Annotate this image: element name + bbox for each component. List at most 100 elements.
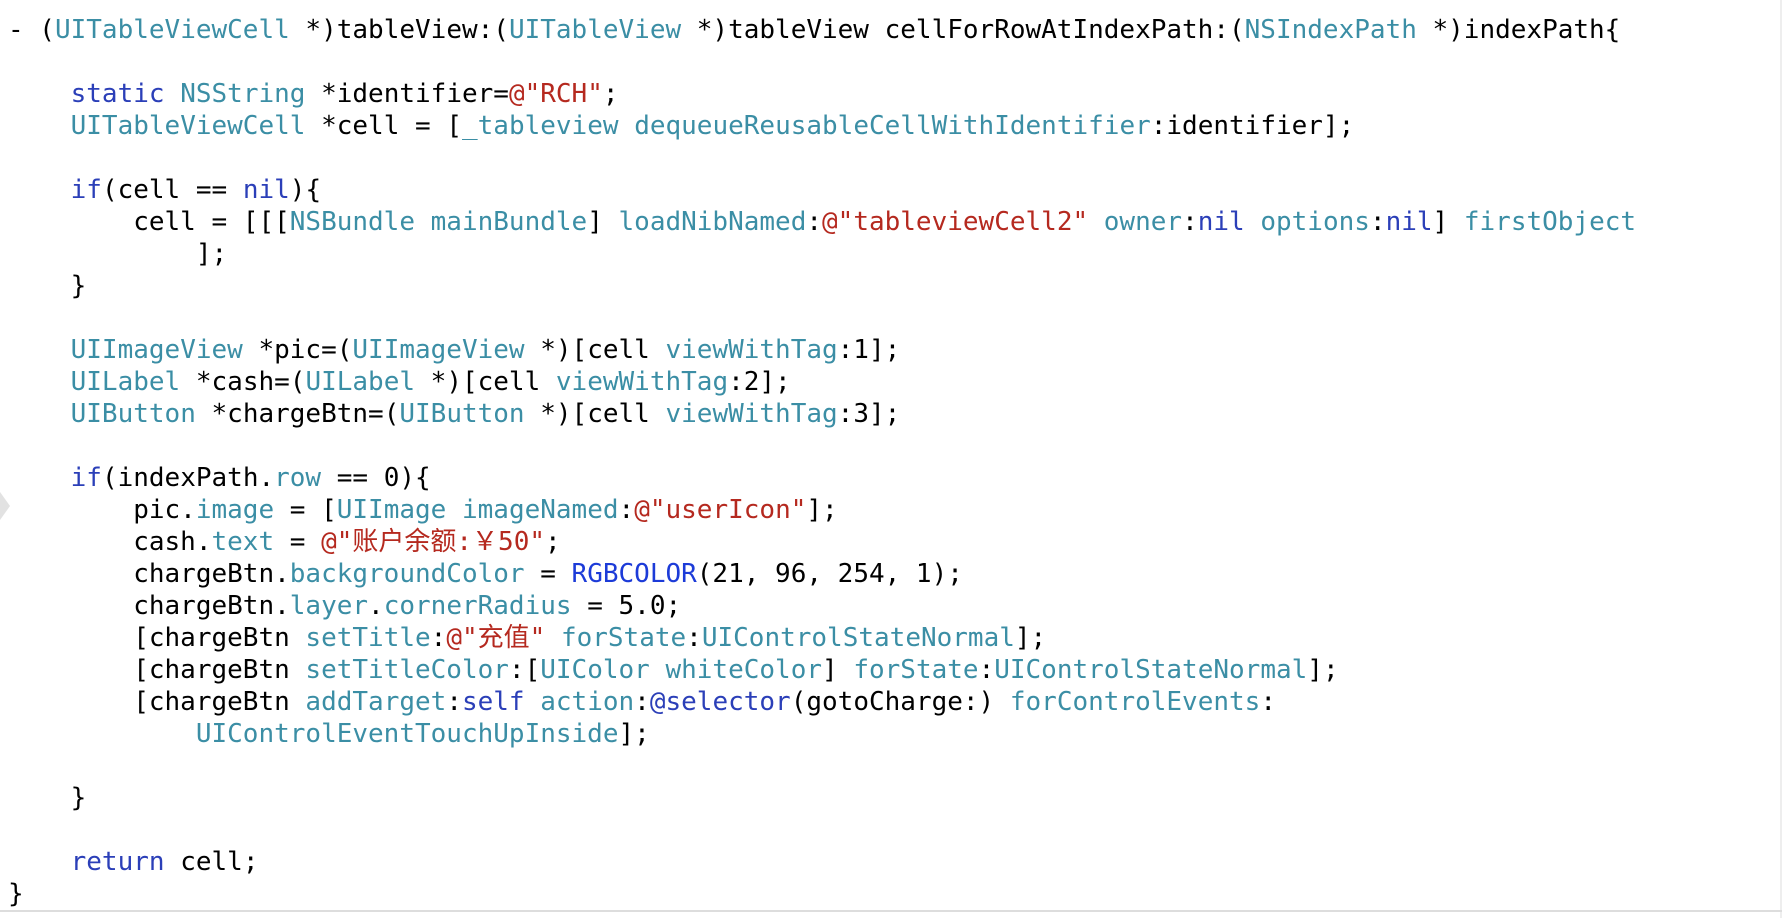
code-token-plain: ];: [8, 239, 228, 269]
code-token-plain: :: [634, 687, 650, 717]
code-line[interactable]: UIControlEventTouchUpInside];: [8, 718, 1778, 750]
code-token-type: UIImage: [336, 495, 447, 525]
code-line[interactable]: ​: [8, 430, 1778, 462]
code-token-keyword: if: [70, 175, 102, 205]
code-token-plain: :[: [508, 655, 541, 685]
code-line[interactable]: if(indexPath.row == 0){: [8, 462, 1778, 494]
code-token-method: backgroundColor: [289, 559, 525, 589]
code-area[interactable]: - (UITableViewCell *)tableView:(UITableV…: [8, 14, 1778, 910]
code-token-type: NSString: [180, 79, 306, 109]
code-token-method: setTitle: [305, 623, 431, 653]
code-token-string: @"RCH": [508, 79, 603, 109]
code-token-method: image: [195, 495, 275, 525]
code-token-plain: cash.: [8, 527, 212, 557]
code-token-type: UITableViewCell: [54, 15, 290, 45]
code-line[interactable]: ];: [8, 238, 1778, 270]
code-token-plain: (21, 96, 254, 1);: [696, 559, 963, 589]
code-line[interactable]: cash.text = @"账户余额:￥50";: [8, 526, 1778, 558]
code-token-plain: chargeBtn.: [8, 559, 290, 589]
code-token-string: @"userIcon": [634, 495, 807, 525]
code-token-type: UIControlStateNormal: [701, 623, 1015, 653]
code-token-method: forControlEvents: [1009, 687, 1261, 717]
code-line[interactable]: }: [8, 270, 1778, 302]
code-token-type: NSIndexPath: [1244, 15, 1417, 45]
code-line[interactable]: chargeBtn.layer.cornerRadius = 5.0;: [8, 590, 1778, 622]
code-token-method: imageNamed: [461, 495, 619, 525]
code-token-type: UIControlStateNormal: [994, 655, 1308, 685]
code-token-plain: *)tableView:(: [289, 15, 509, 45]
code-token-method: mainBundle: [430, 207, 588, 237]
code-token-plain: ;: [602, 79, 619, 109]
code-token-type: UIImageView: [70, 335, 243, 365]
code-token-plain: :: [618, 495, 635, 525]
code-token-type: UIButton: [70, 399, 196, 429]
code-token-plain: ];: [806, 495, 838, 525]
code-line[interactable]: [chargeBtn setTitleColor:[UIColor whiteC…: [8, 654, 1778, 686]
code-token-method: addTarget: [305, 687, 447, 717]
code-line[interactable]: }: [8, 782, 1778, 814]
code-token-plain: ]: [1432, 207, 1464, 237]
code-token-keyword: static: [70, 79, 165, 109]
code-token-plain: :: [1182, 207, 1198, 237]
code-token-keyword: nil: [1385, 207, 1433, 237]
code-token-plain: *)[cell: [415, 367, 556, 397]
code-token-plain: .: [368, 591, 384, 621]
code-token-plain: = 5.0;: [571, 591, 682, 621]
code-line[interactable]: ​: [8, 814, 1778, 846]
code-line[interactable]: cell = [[[NSBundle mainBundle] loadNibNa…: [8, 206, 1778, 238]
code-token-keyword: @selector: [649, 687, 791, 717]
code-line[interactable]: }: [8, 878, 1778, 910]
code-token-type: UIButton: [399, 399, 525, 429]
code-token-plain: ];: [1307, 655, 1339, 685]
code-token-plain: (indexPath.: [101, 463, 275, 493]
code-token-method: whiteColor: [665, 655, 823, 685]
code-token-string: @"tableviewCell2": [822, 207, 1089, 237]
code-line[interactable]: [chargeBtn setTitle:@"充值" forState:UICon…: [8, 622, 1778, 654]
code-token-string: @"充值": [446, 623, 546, 653]
code-token-type: UIImageView: [352, 335, 525, 365]
code-token-plain: - (: [8, 15, 55, 45]
code-token-method: forState: [853, 655, 979, 685]
code-token-type: NSBundle: [289, 207, 415, 237]
code-token-method: viewWithTag: [555, 367, 729, 397]
code-line[interactable]: ​: [8, 750, 1778, 782]
code-line[interactable]: ​: [8, 46, 1778, 78]
editor-bottom-border: [0, 910, 1782, 912]
code-line[interactable]: - (UITableViewCell *)tableView:(UITableV…: [8, 14, 1778, 46]
code-line[interactable]: [chargeBtn addTarget:self action:@select…: [8, 686, 1778, 718]
code-editor[interactable]: - (UITableViewCell *)tableView:(UITableV…: [0, 0, 1782, 918]
code-line[interactable]: UIButton *chargeBtn=(UIButton *)[cell vi…: [8, 398, 1778, 430]
code-line[interactable]: UIImageView *pic=(UIImageView *)[cell vi…: [8, 334, 1778, 366]
code-line[interactable]: chargeBtn.backgroundColor = RGBCOLOR(21,…: [8, 558, 1778, 590]
code-line[interactable]: pic.image = [UIImage imageNamed:@"userIc…: [8, 494, 1778, 526]
code-token-plain: :3];: [837, 399, 901, 429]
code-token-plain: :: [686, 623, 702, 653]
code-token-type: UITableViewCell: [70, 111, 306, 141]
code-token-plain: :identifier];: [1150, 111, 1355, 141]
code-line[interactable]: ​: [8, 142, 1778, 174]
code-token-plain: :: [1260, 687, 1276, 717]
code-token-plain: =: [524, 559, 572, 589]
code-token-macro: RGBCOLOR: [571, 559, 697, 589]
code-token-plain: cell = [[[: [8, 207, 290, 237]
code-token-method: firstObject: [1463, 207, 1637, 237]
code-line[interactable]: static NSString *identifier=@"RCH";: [8, 78, 1778, 110]
code-line[interactable]: return cell;: [8, 846, 1778, 878]
code-token-plain: pic.: [8, 495, 196, 525]
code-token-plain: *cell = [: [305, 111, 462, 141]
code-line[interactable]: UITableViewCell *cell = [_tableview dequ…: [8, 110, 1778, 142]
code-token-plain: :: [446, 687, 462, 717]
code-line[interactable]: UILabel *cash=(UILabel *)[cell viewWithT…: [8, 366, 1778, 398]
code-token-method: setTitleColor: [305, 655, 509, 685]
code-line[interactable]: if(cell == nil){: [8, 174, 1778, 206]
code-line[interactable]: ​: [8, 302, 1778, 334]
code-token-plain: (cell ==: [101, 175, 243, 205]
